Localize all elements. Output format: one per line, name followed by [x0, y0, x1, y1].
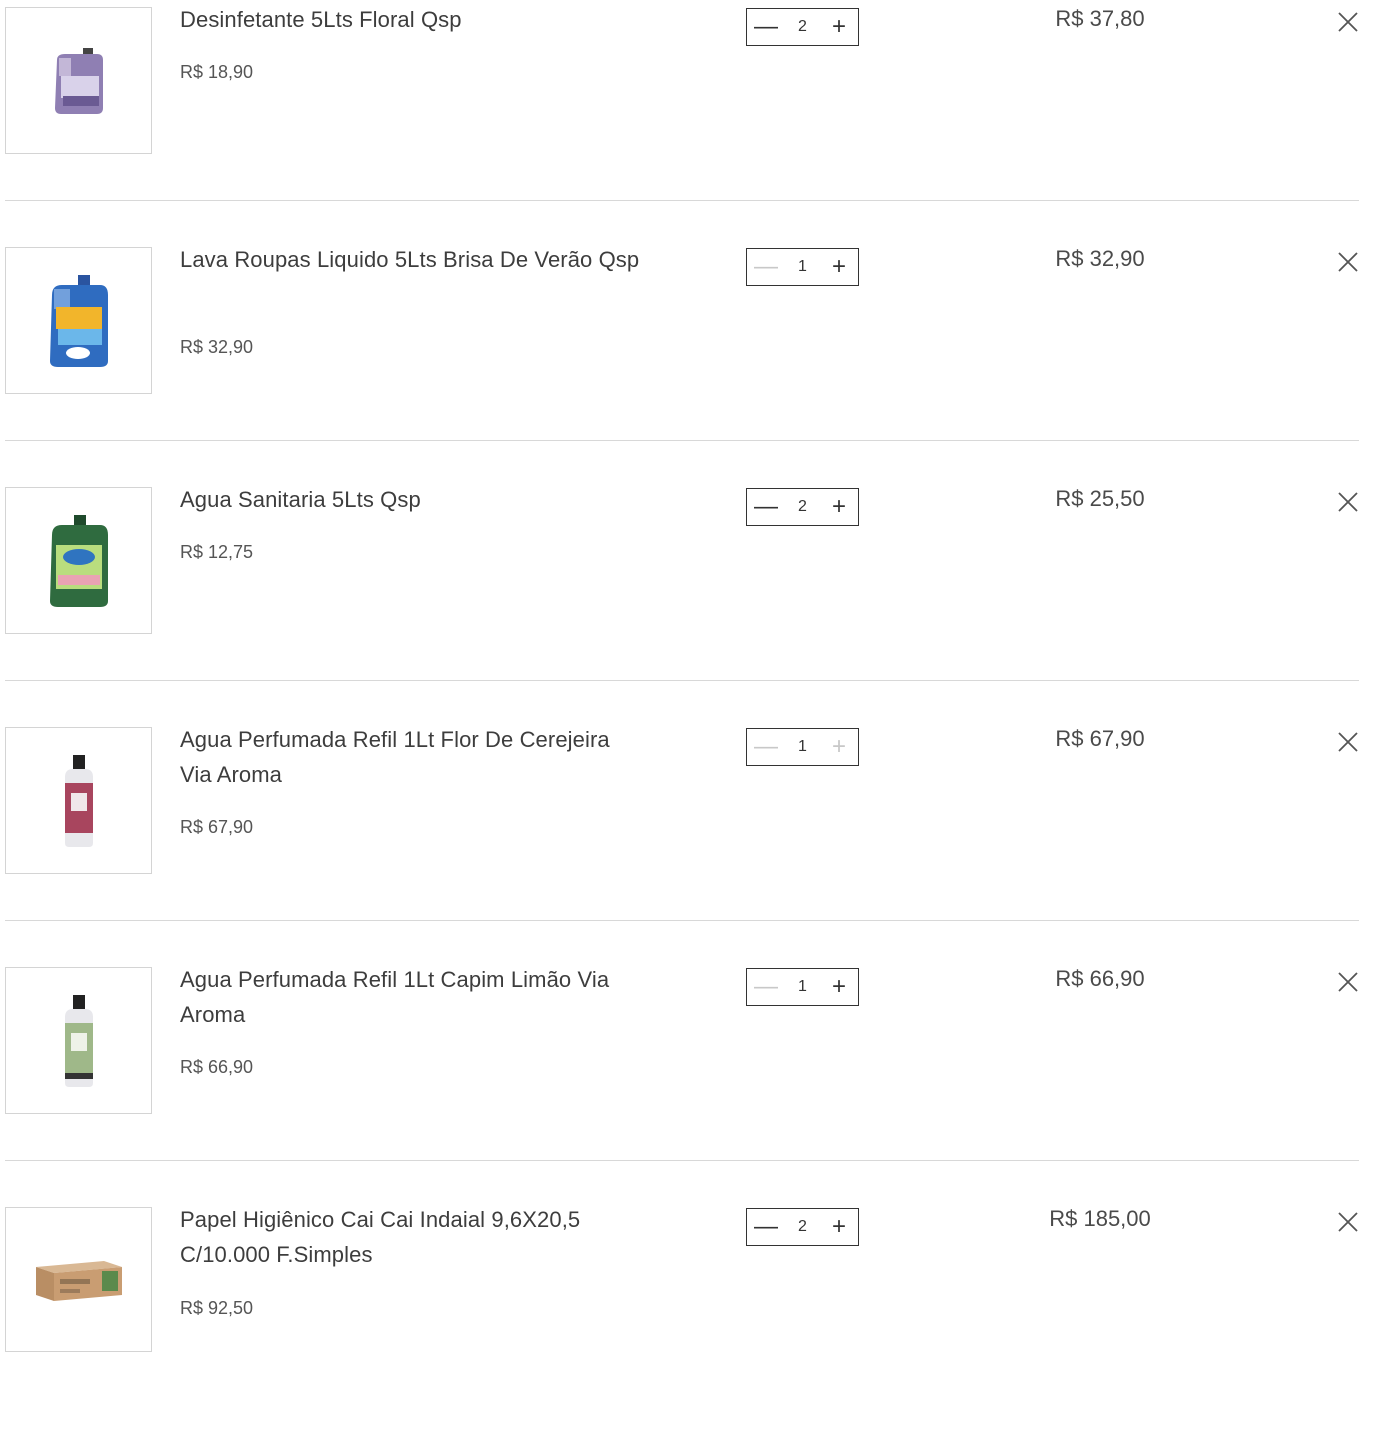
- product-name[interactable]: Agua Perfumada Refil 1Lt Capim Limão Via…: [180, 962, 640, 1032]
- unit-price: R$ 32,90: [180, 337, 254, 357]
- close-icon[interactable]: [1336, 1210, 1360, 1234]
- increase-quantity-button[interactable]: +: [820, 729, 858, 765]
- plus-icon: +: [831, 13, 846, 40]
- green-bottle-icon: [64, 994, 93, 1087]
- quantity-stepper: — 1 +: [746, 248, 859, 286]
- close-icon[interactable]: [1336, 730, 1360, 754]
- increase-quantity-button[interactable]: +: [820, 1209, 858, 1245]
- product-image[interactable]: [5, 727, 152, 874]
- product-image[interactable]: [5, 7, 152, 154]
- unit-price: R$ 66,90: [180, 1057, 254, 1077]
- line-total: R$ 66,90: [1055, 966, 1145, 991]
- minus-icon: —: [754, 1213, 778, 1240]
- plus-icon: +: [831, 973, 846, 1000]
- decrease-quantity-button[interactable]: —: [747, 489, 785, 525]
- decrease-quantity-button[interactable]: —: [747, 9, 785, 45]
- product-name[interactable]: Agua Sanitaria 5Lts Qsp: [180, 482, 640, 517]
- quantity-value[interactable]: 1: [785, 978, 820, 996]
- quantity-stepper: — 1 +: [746, 728, 859, 766]
- product-image[interactable]: [5, 1207, 152, 1352]
- blue-jug-icon: [49, 274, 108, 367]
- line-total: R$ 37,80: [1055, 6, 1145, 31]
- product-image[interactable]: [5, 967, 152, 1114]
- plus-icon: +: [831, 733, 846, 760]
- increase-quantity-button[interactable]: +: [820, 969, 858, 1005]
- close-icon[interactable]: [1336, 10, 1360, 34]
- unit-price: R$ 92,50: [180, 1298, 254, 1318]
- quantity-value[interactable]: 1: [785, 258, 820, 276]
- green-jug-icon: [49, 514, 108, 607]
- minus-icon: —: [754, 13, 778, 40]
- quantity-value[interactable]: 1: [785, 738, 820, 756]
- quantity-stepper: — 2 +: [746, 488, 859, 526]
- unit-price: R$ 18,90: [180, 62, 254, 82]
- decrease-quantity-button[interactable]: —: [747, 969, 785, 1005]
- close-icon[interactable]: [1336, 970, 1360, 994]
- item-divider: [5, 200, 1359, 201]
- unit-price: R$ 12,75: [180, 542, 254, 562]
- paper-box-icon: [35, 1260, 122, 1301]
- increase-quantity-button[interactable]: +: [820, 249, 858, 285]
- cart-item: Papel Higiênico Cai Cai Indaial 9,6X20,5…: [0, 1200, 1375, 1440]
- quantity-value[interactable]: 2: [785, 1218, 820, 1236]
- quantity-stepper: — 2 +: [746, 1208, 859, 1246]
- item-divider: [5, 440, 1359, 441]
- product-name[interactable]: Desinfetante 5Lts Floral Qsp: [180, 2, 640, 37]
- item-divider: [5, 920, 1359, 921]
- cart-item: Agua Sanitaria 5Lts Qsp R$ 12,75 — 2 + R…: [0, 480, 1375, 720]
- line-total: R$ 67,90: [1055, 726, 1145, 751]
- decrease-quantity-button[interactable]: —: [747, 249, 785, 285]
- product-image[interactable]: [5, 487, 152, 634]
- product-name[interactable]: Lava Roupas Liquido 5Lts Brisa De Verão …: [180, 242, 640, 277]
- item-divider: [5, 680, 1359, 681]
- close-icon[interactable]: [1336, 490, 1360, 514]
- minus-icon: —: [754, 973, 778, 1000]
- quantity-value[interactable]: 2: [785, 498, 820, 516]
- product-image[interactable]: [5, 247, 152, 394]
- purple-jug-icon: [54, 47, 103, 114]
- line-total: R$ 25,50: [1055, 486, 1145, 511]
- minus-icon: —: [754, 733, 778, 760]
- decrease-quantity-button[interactable]: —: [747, 729, 785, 765]
- product-name[interactable]: Papel Higiênico Cai Cai Indaial 9,6X20,5…: [180, 1202, 640, 1272]
- item-divider: [5, 1160, 1359, 1161]
- cart-item: Agua Perfumada Refil 1Lt Flor De Cerejei…: [0, 720, 1375, 960]
- plus-icon: +: [831, 253, 846, 280]
- line-total: R$ 32,90: [1055, 246, 1145, 271]
- plus-icon: +: [831, 1213, 846, 1240]
- minus-icon: —: [754, 253, 778, 280]
- quantity-value[interactable]: 2: [785, 18, 820, 36]
- cart-item: Lava Roupas Liquido 5Lts Brisa De Verão …: [0, 240, 1375, 480]
- plus-icon: +: [831, 493, 846, 520]
- pink-bottle-icon: [64, 754, 93, 847]
- increase-quantity-button[interactable]: +: [820, 9, 858, 45]
- minus-icon: —: [754, 493, 778, 520]
- decrease-quantity-button[interactable]: —: [747, 1209, 785, 1245]
- unit-price: R$ 67,90: [180, 817, 254, 837]
- product-name[interactable]: Agua Perfumada Refil 1Lt Flor De Cerejei…: [180, 722, 640, 792]
- quantity-stepper: — 2 +: [746, 8, 859, 46]
- cart-items-list: Desinfetante 5Lts Floral Qsp R$ 18,90 — …: [0, 0, 1375, 1352]
- quantity-stepper: — 1 +: [746, 968, 859, 1006]
- line-total: R$ 185,00: [1049, 1206, 1151, 1231]
- close-icon[interactable]: [1336, 250, 1360, 274]
- cart-item: Agua Perfumada Refil 1Lt Capim Limão Via…: [0, 960, 1375, 1200]
- cart-item: Desinfetante 5Lts Floral Qsp R$ 18,90 — …: [0, 0, 1375, 240]
- increase-quantity-button[interactable]: +: [820, 489, 858, 525]
